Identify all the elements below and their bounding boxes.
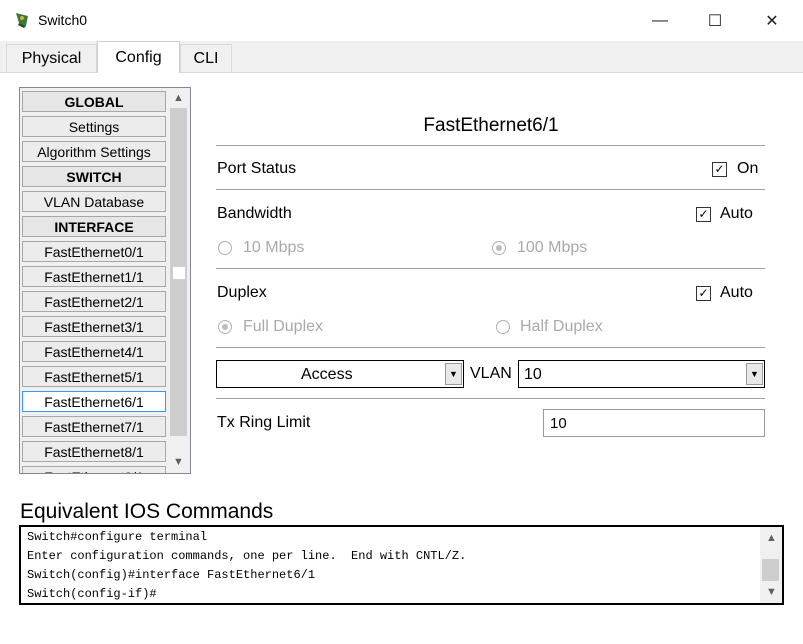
console-line: Switch(config-if)# [27, 587, 157, 601]
sidebar-item-fastethernet1-1[interactable]: FastEthernet1/1 [22, 266, 166, 287]
maximize-button[interactable]: ☐ [692, 0, 738, 41]
console-scroll-thumb[interactable] [762, 559, 779, 581]
bandwidth-100-label: 100 Mbps [517, 239, 588, 256]
bandwidth-auto-checkbox[interactable]: ✓ [696, 207, 711, 222]
bandwidth-10-radio[interactable] [218, 241, 232, 255]
chevron-down-icon[interactable]: ▼ [746, 363, 763, 385]
console-line: Enter configuration commands, one per li… [27, 549, 467, 563]
tab-physical[interactable]: Physical [6, 44, 97, 72]
sidebar-item-vlan-database[interactable]: VLAN Database [22, 191, 166, 212]
tx-ring-limit-input[interactable]: 10 [543, 409, 765, 437]
full-duplex-label: Full Duplex [243, 318, 324, 335]
ios-commands-title: Equivalent IOS Commands [20, 500, 274, 523]
divider [216, 145, 765, 146]
sidebar-header-interface: INTERFACE [22, 216, 166, 237]
port-title: FastEthernet6/1 [423, 115, 559, 136]
duplex-label: Duplex [217, 284, 267, 301]
sidebar-scroll-thumb[interactable] [172, 266, 186, 280]
full-duplex-radio[interactable] [218, 320, 232, 334]
scroll-up-icon[interactable]: ▲ [173, 92, 184, 104]
half-duplex-label: Half Duplex [520, 318, 603, 335]
scroll-down-icon[interactable]: ▼ [173, 456, 184, 468]
divider [216, 189, 765, 190]
sidebar-item-fastethernet7-1[interactable]: FastEthernet7/1 [22, 416, 166, 437]
console-line: Switch(config)#interface FastEthernet6/1 [27, 568, 316, 582]
maximize-icon: ☐ [707, 12, 723, 30]
console-line: Switch#configure terminal [27, 530, 208, 544]
tab-config[interactable]: Config [97, 41, 180, 73]
sidebar-item-fastethernet2-1[interactable]: FastEthernet2/1 [22, 291, 166, 312]
sidebar-item-fastethernet0-1[interactable]: FastEthernet0/1 [22, 241, 166, 262]
half-duplex-radio[interactable] [496, 320, 510, 334]
divider [216, 268, 765, 269]
minimize-icon: — [652, 11, 668, 29]
divider [216, 347, 765, 348]
sidebar-item-fastethernet4-1[interactable]: FastEthernet4/1 [22, 341, 166, 362]
divider [216, 398, 765, 399]
vlan-select[interactable]: 10 ▼ [518, 360, 765, 388]
chevron-down-icon[interactable]: ▼ [445, 363, 462, 385]
minimize-button[interactable]: — [637, 0, 683, 41]
tab-cli[interactable]: CLI [180, 44, 232, 72]
tx-ring-limit-label: Tx Ring Limit [217, 414, 311, 431]
port-mode-select[interactable]: Access ▼ [216, 360, 464, 388]
sidebar-item-fastethernet5-1[interactable]: FastEthernet5/1 [22, 366, 166, 387]
switch-app-icon [16, 13, 28, 28]
port-mode-value: Access [301, 366, 353, 383]
window-title: Switch0 [38, 12, 88, 28]
port-status-on-label: On [737, 160, 759, 177]
sidebar-item-fastethernet8-1[interactable]: FastEthernet8/1 [22, 441, 166, 462]
sidebar-item-fastethernet3-1[interactable]: FastEthernet3/1 [22, 316, 166, 337]
sidebar-header-switch: SWITCH [22, 166, 166, 187]
close-icon: ✕ [765, 12, 779, 30]
sidebar-item-fastethernet9-1[interactable]: FastEthernet9/1 [22, 466, 166, 473]
scroll-down-icon[interactable]: ▼ [766, 586, 777, 598]
vlan-value: 10 [524, 366, 542, 383]
duplex-auto-label: Auto [720, 284, 753, 301]
port-status-label: Port Status [217, 160, 297, 177]
bandwidth-100-radio[interactable] [492, 241, 506, 255]
duplex-auto-checkbox[interactable]: ✓ [696, 286, 711, 301]
ios-commands-console[interactable]: Switch#configure terminal Enter configur… [19, 525, 784, 605]
sidebar-item-fastethernet6-1[interactable]: FastEthernet6/1 [22, 391, 166, 412]
scroll-up-icon[interactable]: ▲ [766, 532, 777, 544]
sidebar-item-settings[interactable]: Settings [22, 116, 166, 137]
sidebar-item-algorithm-settings[interactable]: Algorithm Settings [22, 141, 166, 162]
port-status-checkbox[interactable]: ✓ [712, 162, 727, 177]
sidebar-header-global: GLOBAL [22, 91, 166, 112]
close-button[interactable]: ✕ [749, 0, 795, 41]
config-sidebar-list[interactable]: GLOBAL Settings Algorithm Settings SWITC… [19, 87, 191, 474]
bandwidth-10-label: 10 Mbps [243, 239, 305, 256]
bandwidth-auto-label: Auto [720, 205, 753, 222]
bandwidth-label: Bandwidth [217, 205, 292, 222]
vlan-label: VLAN [470, 365, 512, 382]
